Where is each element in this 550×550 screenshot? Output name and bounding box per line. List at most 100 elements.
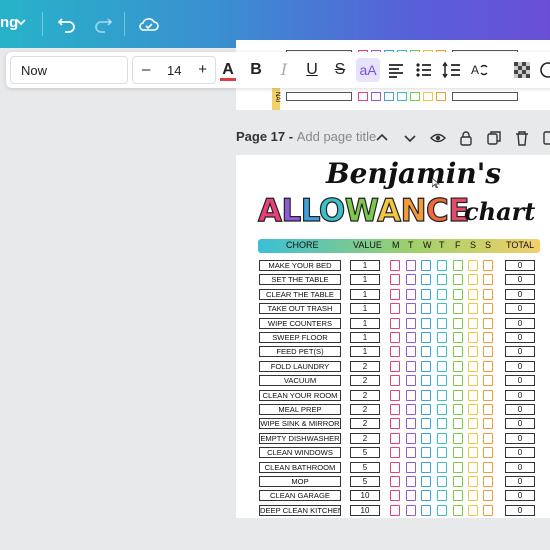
- chore-name[interactable]: CLEAN WINDOWS: [259, 447, 341, 459]
- day-checkbox[interactable]: [437, 432, 447, 444]
- day-checkbox[interactable]: [453, 260, 463, 271]
- chore-name[interactable]: CLEAN YOUR ROOM: [259, 389, 341, 401]
- day-checkbox[interactable]: [390, 432, 400, 444]
- increase-size-button[interactable]: +: [198, 61, 207, 78]
- day-checkbox[interactable]: [421, 332, 431, 343]
- chore-total[interactable]: 0: [505, 461, 535, 473]
- day-checkbox[interactable]: [468, 432, 478, 444]
- day-checkbox[interactable]: [483, 389, 493, 401]
- day-checkbox[interactable]: [453, 288, 463, 300]
- day-checkbox[interactable]: [453, 332, 463, 343]
- chore-total[interactable]: 0: [505, 288, 535, 300]
- chore-total[interactable]: 0: [505, 404, 535, 415]
- chevron-down-icon[interactable]: [402, 130, 418, 146]
- day-checkbox[interactable]: [390, 389, 400, 401]
- day-checkbox[interactable]: [421, 504, 431, 516]
- chore-value[interactable]: 2: [350, 404, 380, 415]
- day-checkbox[interactable]: [421, 418, 431, 430]
- strikethrough-button[interactable]: S: [328, 58, 352, 82]
- text-color-button[interactable]: A: [216, 58, 240, 82]
- day-checkbox[interactable]: [483, 360, 493, 372]
- bullet-list-icon[interactable]: [412, 58, 436, 82]
- day-checkbox[interactable]: [421, 432, 431, 444]
- day-checkbox[interactable]: [453, 461, 463, 473]
- chore-value[interactable]: 5: [350, 476, 380, 487]
- chore-value[interactable]: 1: [350, 260, 380, 271]
- font-size-stepper[interactable]: – 14 +: [132, 56, 216, 84]
- day-checkbox[interactable]: [406, 332, 416, 343]
- chore-value[interactable]: 10: [350, 490, 380, 502]
- day-checkbox[interactable]: [453, 490, 463, 502]
- day-checkbox[interactable]: [453, 389, 463, 401]
- day-checkbox[interactable]: [468, 332, 478, 343]
- day-checkbox[interactable]: [406, 504, 416, 516]
- day-checkbox[interactable]: [406, 418, 416, 430]
- bold-button[interactable]: B: [244, 58, 268, 82]
- day-checkbox[interactable]: [483, 288, 493, 300]
- day-checkbox[interactable]: [468, 303, 478, 315]
- day-checkbox[interactable]: [390, 476, 400, 487]
- day-checkbox[interactable]: [390, 317, 400, 329]
- transparency-icon[interactable]: [510, 58, 534, 82]
- day-checkbox[interactable]: [390, 332, 400, 343]
- day-checkbox[interactable]: [406, 389, 416, 401]
- chore-value[interactable]: 1: [350, 274, 380, 286]
- day-checkbox[interactable]: [406, 274, 416, 286]
- day-checkbox[interactable]: [453, 375, 463, 387]
- day-checkbox[interactable]: [468, 375, 478, 387]
- chore-name[interactable]: CLEAR THE TABLE: [259, 288, 341, 300]
- day-checkbox[interactable]: [437, 346, 447, 358]
- day-checkbox[interactable]: [468, 404, 478, 415]
- day-checkbox[interactable]: [453, 404, 463, 415]
- day-checkbox[interactable]: [390, 404, 400, 415]
- day-checkbox[interactable]: [437, 490, 447, 502]
- lock-icon[interactable]: [458, 130, 474, 146]
- duplicate-page-icon[interactable]: [486, 130, 502, 146]
- day-checkbox[interactable]: [483, 274, 493, 286]
- chore-total[interactable]: 0: [505, 490, 535, 502]
- day-checkbox[interactable]: [437, 389, 447, 401]
- day-checkbox[interactable]: [483, 490, 493, 502]
- chore-total[interactable]: 0: [505, 260, 535, 271]
- chore-total[interactable]: 0: [505, 303, 535, 315]
- day-checkbox[interactable]: [468, 461, 478, 473]
- chore-value[interactable]: 2: [350, 432, 380, 444]
- chevron-up-icon[interactable]: [374, 130, 390, 146]
- day-checkbox[interactable]: [421, 461, 431, 473]
- day-checkbox[interactable]: [390, 260, 400, 271]
- day-checkbox[interactable]: [483, 476, 493, 487]
- day-checkbox[interactable]: [483, 317, 493, 329]
- chore-name[interactable]: MEAL PREP: [259, 404, 341, 415]
- hide-page-icon[interactable]: [430, 130, 446, 146]
- chore-name[interactable]: MAKE YOUR BED: [259, 260, 341, 271]
- add-page-icon[interactable]: [542, 130, 550, 146]
- chore-value[interactable]: 2: [350, 389, 380, 401]
- day-checkbox[interactable]: [453, 476, 463, 487]
- day-checkbox[interactable]: [421, 360, 431, 372]
- chore-total[interactable]: 0: [505, 432, 535, 444]
- day-checkbox[interactable]: [453, 317, 463, 329]
- day-checkbox[interactable]: [437, 375, 447, 387]
- day-checkbox[interactable]: [437, 317, 447, 329]
- chore-value[interactable]: 5: [350, 461, 380, 473]
- chore-name[interactable]: CLEAN BATHROOM: [259, 461, 341, 473]
- day-checkbox[interactable]: [483, 375, 493, 387]
- day-checkbox[interactable]: [421, 490, 431, 502]
- decrease-size-button[interactable]: –: [142, 61, 150, 78]
- day-checkbox[interactable]: [390, 461, 400, 473]
- chore-value[interactable]: 1: [350, 317, 380, 329]
- document-page[interactable]: Benjamin's ALLOWANCE chart CHORE VALUE M…: [236, 155, 550, 518]
- day-checkbox[interactable]: [468, 360, 478, 372]
- chore-total[interactable]: 0: [505, 332, 535, 343]
- day-checkbox[interactable]: [468, 389, 478, 401]
- day-checkbox[interactable]: [390, 360, 400, 372]
- chart-subtitle-word[interactable]: chart: [464, 197, 535, 226]
- align-left-icon[interactable]: [384, 58, 408, 82]
- day-checkbox[interactable]: [483, 432, 493, 444]
- day-checkbox[interactable]: [390, 447, 400, 459]
- day-checkbox[interactable]: [453, 303, 463, 315]
- day-checkbox[interactable]: [483, 346, 493, 358]
- day-checkbox[interactable]: [468, 288, 478, 300]
- day-checkbox[interactable]: [406, 432, 416, 444]
- day-checkbox[interactable]: [483, 332, 493, 343]
